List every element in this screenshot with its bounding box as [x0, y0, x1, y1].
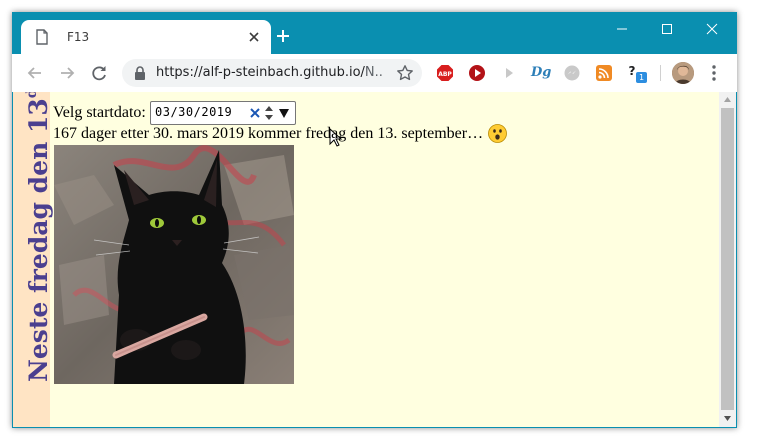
url-text: https://alf-p-steinbach.github.io/N... [156, 65, 384, 80]
play-arrow-icon[interactable] [500, 64, 518, 82]
reload-icon[interactable] [89, 63, 109, 83]
address-bar[interactable]: https://alf-p-steinbach.github.io/N... [122, 59, 422, 87]
cat-image [54, 145, 294, 384]
calendar-dropdown-icon[interactable] [278, 107, 290, 119]
kebab-menu-icon[interactable] [709, 64, 719, 82]
avatar-face-icon [672, 62, 694, 84]
date-label: Velg startdato: [53, 104, 146, 121]
page-viewport: Neste fredag den 13de Velg startdato: 03… [13, 92, 736, 427]
date-value[interactable]: 03/30/2019 [155, 105, 232, 119]
scroll-thumb[interactable] [721, 108, 734, 410]
new-tab-icon[interactable] [275, 28, 291, 44]
date-spinner-icon[interactable] [264, 105, 274, 121]
dg-extension-icon[interactable]: Dg [531, 64, 551, 82]
toolbar-divider [660, 65, 661, 81]
forward-arrow-icon[interactable] [57, 63, 77, 83]
abp-label: ABP [438, 71, 452, 78]
adblock-plus-icon[interactable]: ABP [436, 64, 454, 82]
browser-toolbar: https://alf-p-steinbach.github.io/N... A… [12, 54, 737, 92]
rss-feed-icon[interactable] [595, 64, 613, 82]
document-icon [36, 29, 48, 45]
help-extension-icon[interactable]: ? 1 [627, 64, 647, 83]
tab-title: F13 [67, 30, 90, 44]
minimize-icon[interactable] [600, 18, 644, 40]
url-rest: N... [364, 65, 384, 80]
window-close-icon[interactable] [690, 18, 734, 40]
vertical-scrollbar[interactable] [719, 92, 736, 427]
page-content: Velg startdato: 03/30/2019 167 dager ett… [53, 92, 713, 427]
start-date-input[interactable]: 03/30/2019 [150, 101, 296, 125]
bookmark-star-icon[interactable] [396, 64, 414, 82]
browser-window: F13 https://alf-p-steinbach.github.io/N.… [12, 12, 737, 428]
tab-strip: F13 [12, 12, 737, 54]
url-main: https://alf-p-steinbach.github.io/ [156, 65, 365, 80]
close-tab-icon[interactable] [247, 30, 261, 44]
result-text: 167 dager etter 30. mars 2019 kommer fre… [53, 125, 484, 142]
side-title-main: Neste fredag den 13 [24, 98, 53, 382]
maximize-icon[interactable] [645, 18, 689, 40]
astonished-face-icon [488, 124, 507, 143]
lock-icon [135, 66, 145, 80]
tab-f13[interactable]: F13 [21, 20, 271, 54]
cat-photo [54, 145, 294, 384]
back-arrow-icon[interactable] [25, 63, 45, 83]
scroll-down-arrow-icon[interactable] [723, 415, 732, 422]
scroll-up-arrow-icon[interactable] [723, 96, 732, 103]
profile-avatar[interactable] [672, 62, 694, 84]
side-band: Neste fredag den 13de [13, 92, 53, 427]
video-play-icon[interactable] [468, 64, 486, 82]
messenger-icon[interactable] [563, 64, 581, 82]
help-badge: 1 [636, 72, 647, 83]
clear-date-icon[interactable] [249, 106, 261, 120]
side-title: Neste fredag den 13de [15, 92, 53, 382]
side-title-suffix: de [24, 92, 40, 98]
